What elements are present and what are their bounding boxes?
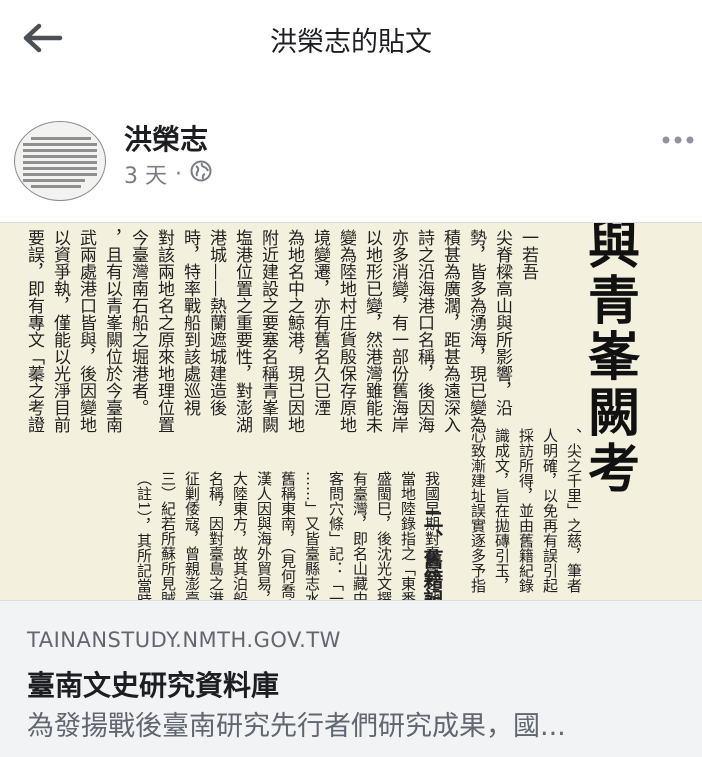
doc-column-text: 今臺灣南石船之堀港者。 xyxy=(128,229,149,416)
author-name[interactable]: 洪榮志 xyxy=(124,118,208,158)
doc-column-text: 港城——熱蘭遮城建造後 xyxy=(206,229,227,416)
meta-separator: · xyxy=(175,161,182,187)
doc-column-text: 一若吾 xyxy=(518,229,539,280)
more-dots-icon[interactable] xyxy=(660,128,696,152)
doc-column-text: 要誤，即有專文「蓁之考證 xyxy=(24,229,45,433)
doc-column-text: ，且有以青峯闕位於今臺南 xyxy=(102,229,123,433)
doc-title-char: 峯 xyxy=(588,327,641,388)
doc-lower-column-text: 大陸東方，故其泊船港 xyxy=(231,471,249,600)
doc-lower-column-text: ……」又皆臺縣志水 xyxy=(303,471,321,600)
doc-column-text: 塩港位置之重要性，對澎湖 xyxy=(232,229,253,434)
doc-lower-column-text: 盛閩巳，後沈光文撰之 xyxy=(375,471,393,600)
doc-lower-column-text: 客問穴條」記：「一日， xyxy=(327,471,345,600)
doc-lower-column-text: 當地陸錄指之「東番記」 xyxy=(399,471,417,600)
doc-title-char: 青 xyxy=(588,271,640,332)
doc-lower-column-text: 我國早期對臺灣之地 xyxy=(423,471,441,600)
doc-lower-column-text: 、尖之千里」之慈，筆者 xyxy=(565,428,583,593)
doc-column-text: 武兩處港口皆與，後因變地 xyxy=(76,229,97,433)
doc-column-text: 時，特率戰船到該處巡視 xyxy=(180,229,201,417)
post-meta: 3 天 · xyxy=(124,158,212,190)
doc-column-text: 以地形已變，然港灣雖能未 xyxy=(362,229,383,433)
doc-lower-column-text: 心致漸建址誤實逐多予指 xyxy=(469,428,487,594)
doc-column-text: 積甚為廣濶，距甚為遠深入 xyxy=(440,229,461,433)
doc-column-text: 以資爭執，僅能以光淨目前 xyxy=(50,229,71,434)
doc-column-text: 為地名中之鯨港，現已因地 xyxy=(284,229,305,433)
doc-lower-column-text: 征剿倭寇，曾親澎臺島 xyxy=(183,471,201,600)
link-title[interactable]: 臺南文史研究資料庫 xyxy=(27,664,279,704)
doc-column-text: 變為陸地村庄貨殷保存原地 xyxy=(336,229,357,433)
doc-title-char: 與 xyxy=(588,223,640,276)
avatar-text-lines xyxy=(23,134,97,191)
doc-lower-column-text: 漢人因與海外貿易，用於 xyxy=(255,471,273,600)
doc-title-char: 考 xyxy=(588,439,640,500)
link-preview-image[interactable]: 一若吾 尖脊樑高山與所影響，沿 勢，皆多為湧海，現已變為 積甚為廣濶，距甚為遠深入 詩之… xyxy=(0,223,702,600)
link-description: 為發揚戰後臺南研究先行者們研究成果，國... xyxy=(27,711,566,742)
post-time[interactable]: 3 天 xyxy=(124,158,167,190)
doc-lower-column-text: （註1），其所記當時之 xyxy=(135,471,153,600)
doc-column-text: 亦多消變，有一部份舊海岸 xyxy=(388,229,409,433)
doc-column-text: 尖脊樑高山與所影響，沿 xyxy=(492,229,513,416)
doc-lower-column-text: 採訪所得，並由舊籍紀錄 xyxy=(517,428,535,594)
doc-column-text: 勢，皆多為湧海，現已變為 xyxy=(466,229,487,434)
scanned-document-image: 一若吾尖脊樑高山與所影響，沿勢，皆多為湧海，現已變為積甚為廣濶，距甚為遠深入詩之… xyxy=(24,223,641,600)
doc-lower-column-text: 舊稱東南，（見何喬遠名 xyxy=(279,471,297,600)
doc-column-text: 附近建設之要塞名稱青峯闕 xyxy=(258,229,279,433)
top-bar: 洪榮志的貼文 xyxy=(0,0,702,89)
doc-lower-column-text: 三）紀若所蘇所見賊之舊 xyxy=(159,471,177,600)
doc-column-text: 對該兩地名之原來地理位置 xyxy=(154,229,175,433)
doc-title-char: 闕 xyxy=(588,383,640,444)
doc-lower-column-text: 名稱，因對臺島之港澳 xyxy=(207,471,225,600)
doc-column-text: 詩之沿海港口名稱，後因海 xyxy=(414,229,435,434)
doc-lower-column-text: 有臺灣，即名山藏中典坊 xyxy=(351,471,369,600)
doc-lower-column-text: 識成文，旨在拋磚引玉， xyxy=(493,428,511,593)
avatar[interactable] xyxy=(14,121,106,201)
page-title: 洪榮志的貼文 xyxy=(270,27,432,58)
link-domain: TAINANSTUDY.NMTH.GOV.TW xyxy=(27,628,341,652)
doc-column-text: 境變遷，亦有舊名久已湮 xyxy=(310,229,331,416)
globe-icon xyxy=(190,160,212,188)
doc-lower-column-text: 人明確，以免再有誤引起 xyxy=(541,428,559,593)
